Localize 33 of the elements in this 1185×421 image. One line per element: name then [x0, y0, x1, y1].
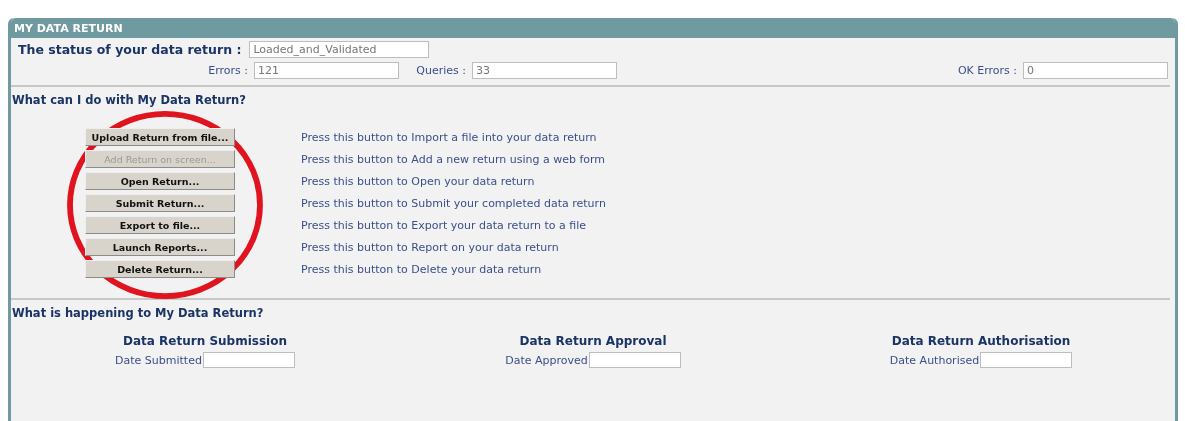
- action-description: Press this button to Delete your data return: [301, 262, 542, 276]
- action-description: Press this button to Report on your data return: [301, 240, 559, 254]
- action-description: Press this button to Submit your completed data return: [301, 196, 606, 210]
- action-button[interactable]: Open Return...: [85, 172, 235, 190]
- date-label: Date Submitted: [115, 353, 202, 367]
- date-field[interactable]: [202, 352, 295, 368]
- date-label: Date Approved: [505, 353, 588, 367]
- date-label: Date Authorised: [889, 353, 980, 367]
- action-button[interactable]: Upload Return from file...: [85, 128, 235, 146]
- count-field[interactable]: 0: [1023, 62, 1168, 79]
- count-label: OK Errors :: [957, 64, 1017, 77]
- action-button[interactable]: Delete Return...: [85, 260, 235, 278]
- action-description: Press this button to Add a new return using a web form: [301, 152, 606, 166]
- section-heading: What is happening to My Data Return?: [11, 305, 265, 320]
- count-field[interactable]: 33: [472, 62, 617, 79]
- count-label: Queries :: [416, 64, 466, 77]
- action-button[interactable]: Launch Reports...: [85, 238, 235, 256]
- count-label: Errors :: [208, 64, 248, 77]
- date-field[interactable]: [980, 352, 1073, 368]
- date-field[interactable]: [588, 352, 681, 368]
- stage-title: Data Return Authorisation: [891, 334, 1071, 348]
- action-description: Press this button to Import a file into your data return: [301, 130, 597, 144]
- section-heading: What can I do with My Data Return?: [11, 92, 247, 107]
- stage-title: Data Return Submission: [123, 334, 287, 348]
- action-button[interactable]: Export to file...: [85, 216, 235, 234]
- count-field[interactable]: 121: [254, 62, 399, 79]
- panel-title: MY DATA RETURN: [14, 21, 123, 35]
- action-description: Press this button to Export your data return to a file: [301, 218, 586, 232]
- stage-title: Data Return Approval: [519, 334, 667, 348]
- action-description: Press this button to Open your data return: [301, 174, 535, 188]
- status-field[interactable]: Loaded_and_Validated: [249, 41, 430, 58]
- action-button[interactable]: Submit Return...: [85, 194, 235, 212]
- status-label: The status of your data return :: [18, 42, 242, 57]
